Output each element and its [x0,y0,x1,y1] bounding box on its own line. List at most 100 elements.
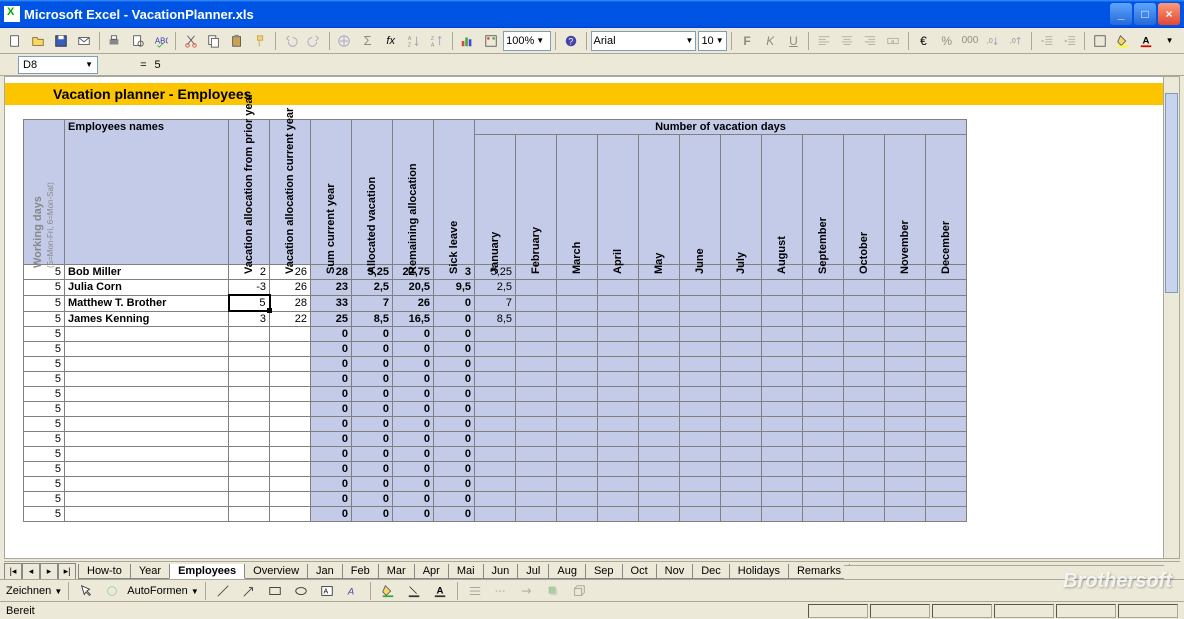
increase-indent-icon[interactable] [1059,30,1080,52]
sheet-tab-remarks[interactable]: Remarks [788,564,850,579]
draw-menu[interactable]: Zeichnen ▼ [6,585,62,597]
fill-color-icon[interactable] [1113,30,1134,52]
align-right-icon[interactable] [859,30,880,52]
sheet-tab-oct[interactable]: Oct [622,564,657,579]
table-row[interactable]: 50000 [24,462,967,477]
table-row[interactable]: 50000 [24,402,967,417]
email-icon[interactable] [74,30,95,52]
sheet-tab-holidays[interactable]: Holidays [729,564,789,579]
vertical-scrollbar[interactable] [1163,77,1179,558]
help-icon[interactable]: ? [560,30,581,52]
oval-icon[interactable] [290,580,312,602]
align-center-icon[interactable] [836,30,857,52]
tab-prev-icon[interactable]: ◂ [22,563,40,581]
table-row[interactable]: 50000 [24,432,967,447]
format-painter-icon[interactable] [250,30,271,52]
table-row[interactable]: 50000 [24,372,967,387]
print-icon[interactable] [104,30,125,52]
toolbar-options-icon[interactable]: ▼ [1159,30,1180,52]
decrease-indent-icon[interactable] [1036,30,1057,52]
sheet-tab-aug[interactable]: Aug [548,564,586,579]
table-row[interactable]: 50000 [24,477,967,492]
chart-icon[interactable] [457,30,478,52]
tab-next-icon[interactable]: ▸ [40,563,58,581]
merge-center-icon[interactable]: a [883,30,904,52]
select-objects-icon[interactable] [75,580,97,602]
sheet-tab-apr[interactable]: Apr [414,564,449,579]
undo-icon[interactable] [280,30,301,52]
textbox-icon[interactable]: A [316,580,338,602]
paste-icon[interactable] [227,30,248,52]
thousands-icon[interactable]: 000 [959,30,980,52]
sheet-tab-dec[interactable]: Dec [692,564,730,579]
table-row[interactable]: 50000 [24,492,967,507]
autosum-icon[interactable]: Σ [357,30,378,52]
table-row[interactable]: 5Julia Corn-326232,520,59,52,5 [24,280,967,296]
name-box[interactable]: D8▼ [18,56,98,74]
sheet-tab-sep[interactable]: Sep [585,564,623,579]
font-color-draw-icon[interactable]: A [429,580,451,602]
decrease-decimal-icon[interactable]: ,0 [1006,30,1027,52]
align-left-icon[interactable] [813,30,834,52]
dash-style-icon[interactable] [490,580,512,602]
drawing-icon[interactable] [480,30,501,52]
underline-icon[interactable]: U [783,30,804,52]
3d-icon[interactable] [568,580,590,602]
sort-desc-icon[interactable]: ZA [427,30,448,52]
sheet-tab-year[interactable]: Year [130,564,170,579]
borders-icon[interactable] [1089,30,1110,52]
rotate-icon[interactable] [101,580,123,602]
table-row[interactable]: 50000 [24,507,967,522]
new-icon[interactable] [4,30,25,52]
maximize-button[interactable]: □ [1134,3,1156,25]
autoshapes-menu[interactable]: AutoFormen ▼ [127,585,199,597]
table-row[interactable]: 50000 [24,417,967,432]
data-table[interactable]: Working days(5=Mon-Fri, 6=Mon-Sat)Employ… [23,119,967,522]
table-row[interactable]: 50000 [24,327,967,342]
rectangle-icon[interactable] [264,580,286,602]
arrow-icon[interactable] [238,580,260,602]
save-icon[interactable] [50,30,71,52]
sheet-tab-jun[interactable]: Jun [483,564,519,579]
table-row[interactable]: 50000 [24,342,967,357]
worksheet-area[interactable]: Vacation planner - Employees Working day… [4,76,1180,559]
italic-icon[interactable]: K [760,30,781,52]
line-icon[interactable] [212,580,234,602]
tab-nav[interactable]: |◂ ◂ ▸ ▸| [4,563,76,581]
redo-icon[interactable] [303,30,324,52]
percent-icon[interactable]: % [936,30,957,52]
font-size-dropdown[interactable]: 10▼ [698,31,727,51]
open-icon[interactable] [27,30,48,52]
increase-decimal-icon[interactable]: ,0 [983,30,1004,52]
sheet-tab-feb[interactable]: Feb [342,564,379,579]
shadow-icon[interactable] [542,580,564,602]
table-row[interactable]: 50000 [24,387,967,402]
bold-icon[interactable]: F [736,30,757,52]
cut-icon[interactable] [180,30,201,52]
sheet-tab-overview[interactable]: Overview [244,564,308,579]
table-row[interactable]: 5Matthew T. Brother5283372607 [24,295,967,311]
sheet-tab-how-to[interactable]: How-to [78,564,131,579]
sort-asc-icon[interactable]: AZ [403,30,424,52]
table-row[interactable]: 50000 [24,447,967,462]
sheet-tab-employees[interactable]: Employees [169,564,245,579]
sheet-tab-mar[interactable]: Mar [378,564,415,579]
copy-icon[interactable] [204,30,225,52]
line-style-icon[interactable] [464,580,486,602]
tab-first-icon[interactable]: |◂ [4,563,22,581]
line-color-icon[interactable] [403,580,425,602]
wordart-icon[interactable]: A [342,580,364,602]
close-button[interactable]: × [1158,3,1180,25]
sheet-tab-nov[interactable]: Nov [656,564,694,579]
tab-last-icon[interactable]: ▸| [58,563,76,581]
table-row[interactable]: 5James Kenning322258,516,508,5 [24,311,967,327]
font-dropdown[interactable]: Arial▼ [591,31,697,51]
fill-color-draw-icon[interactable] [377,580,399,602]
minimize-button[interactable]: _ [1110,3,1132,25]
font-color-icon[interactable]: A [1136,30,1157,52]
sheet-tab-jan[interactable]: Jan [307,564,343,579]
spell-check-icon[interactable]: ABC [150,30,171,52]
sheet-tab-jul[interactable]: Jul [517,564,549,579]
function-icon[interactable]: fx [380,30,401,52]
currency-icon[interactable]: € [913,30,934,52]
